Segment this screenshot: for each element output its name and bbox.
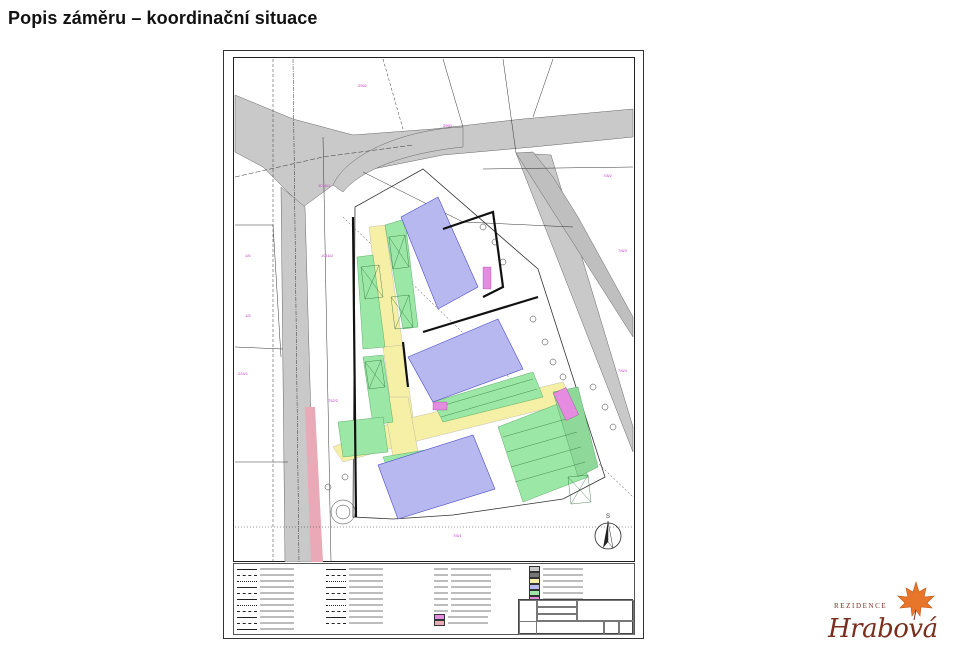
svg-text:1016/1: 1016/1 bbox=[318, 183, 331, 188]
svg-text:752/2: 752/2 bbox=[328, 398, 339, 403]
svg-text:7/6/1: 7/6/1 bbox=[453, 533, 463, 538]
svg-text:224/1: 224/1 bbox=[238, 371, 249, 376]
page-title: Popis záměru – koordinační situace bbox=[8, 8, 318, 28]
rezidence-hrabova-logo: REZIDENCE Hrabová bbox=[826, 578, 946, 650]
logo-line-1: REZIDENCE bbox=[834, 602, 888, 610]
svg-text:1016/2: 1016/2 bbox=[321, 253, 334, 258]
svg-text:1/5: 1/5 bbox=[245, 313, 251, 318]
drawing-title-block bbox=[518, 599, 634, 635]
svg-text:7/6/4: 7/6/4 bbox=[618, 368, 628, 373]
svg-text:7/8/2: 7/8/2 bbox=[603, 173, 613, 178]
svg-text:7/6/3: 7/6/3 bbox=[618, 248, 628, 253]
svg-text:S: S bbox=[606, 514, 610, 520]
site-plan: 2952 1016/1 1/6 1/5 1016/2 224/1 3960 7/… bbox=[233, 57, 635, 562]
svg-text:2952: 2952 bbox=[358, 83, 368, 88]
svg-text:1/6: 1/6 bbox=[245, 253, 251, 258]
north-arrow-icon: S bbox=[594, 514, 622, 550]
svg-text:3960: 3960 bbox=[443, 123, 453, 128]
logo-line-2: Hrabová bbox=[828, 614, 938, 644]
